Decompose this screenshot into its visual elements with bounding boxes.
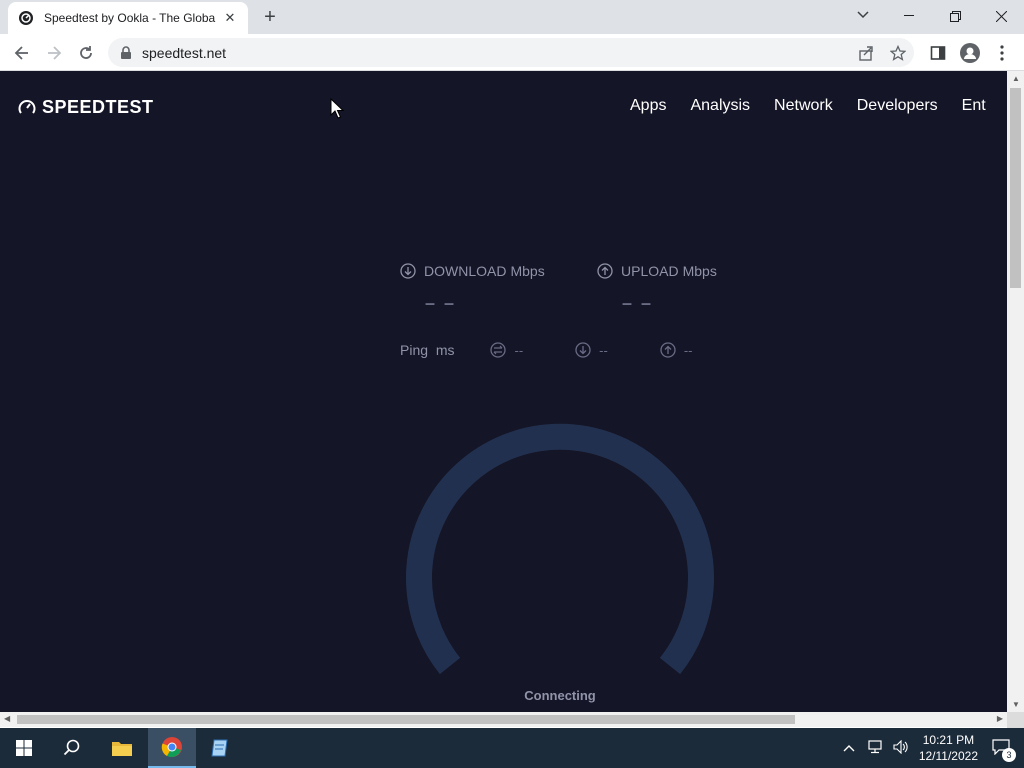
download-value: – – (425, 293, 457, 313)
bookmark-star-icon[interactable] (884, 39, 912, 67)
mouse-cursor-icon (330, 98, 344, 119)
new-tab-button[interactable]: + (258, 6, 282, 28)
tab-search-chevron-icon[interactable] (852, 4, 874, 26)
nav-apps[interactable]: Apps (630, 97, 666, 115)
upload-unit: Mbps (682, 263, 717, 279)
ping-upload-icon (660, 342, 676, 358)
upload-value: – – (622, 293, 654, 313)
horizontal-scrollbar[interactable]: ◀ ▶ (0, 712, 1007, 727)
vertical-scroll-thumb[interactable] (1010, 88, 1021, 288)
download-unit: Mbps (510, 263, 545, 279)
jitter-metric: -- (490, 342, 523, 358)
notifications-icon[interactable]: 3 (992, 738, 1016, 762)
nav-analysis[interactable]: Analysis (690, 97, 750, 115)
profile-avatar-icon[interactable] (956, 39, 984, 67)
notification-count-badge: 3 (1002, 747, 1016, 762)
start-windows-icon[interactable] (0, 728, 48, 768)
share-icon[interactable] (852, 39, 880, 67)
ping-upload-metric: -- (660, 342, 693, 358)
lock-icon[interactable] (120, 45, 134, 60)
browser-tab[interactable]: Speedtest by Ookla - The Global ✕ (8, 2, 248, 34)
download-header: DOWNLOAD Mbps (400, 263, 545, 279)
logo-text: SPEEDTEST (42, 97, 154, 117)
download-label: DOWNLOAD (424, 263, 507, 279)
close-window-button[interactable] (978, 0, 1024, 32)
nav-enterprise[interactable]: Ent (962, 97, 986, 115)
jitter-value: -- (514, 342, 524, 358)
nav-network[interactable]: Network (774, 97, 833, 115)
scroll-up-icon[interactable]: ▲ (1012, 74, 1020, 83)
network-icon[interactable] (867, 739, 883, 757)
url-text: speedtest.net (142, 44, 227, 61)
scroll-right-icon[interactable]: ▶ (997, 714, 1003, 723)
speedtest-page: SPEEDTEST Apps Analysis Network Develope… (0, 71, 1007, 712)
browser-toolbar: speedtest.net (0, 34, 1024, 71)
upload-label: UPLOAD (621, 263, 679, 279)
scrollbar-corner (1007, 712, 1024, 728)
download-arrow-icon (400, 263, 416, 279)
speedtest-gauge-icon (18, 99, 36, 114)
connection-status: Connecting (524, 688, 596, 703)
ping-download-value: -- (599, 342, 608, 358)
vertical-scrollbar[interactable]: ▲ ▼ (1007, 71, 1024, 712)
volume-icon[interactable] (893, 739, 909, 757)
system-tray: 10:21 PM 12/11/2022 3 (843, 728, 1024, 768)
side-panel-icon[interactable] (924, 39, 952, 67)
file-explorer-icon[interactable] (98, 728, 146, 768)
clock-time: 10:21 PM (922, 733, 975, 747)
windows-taskbar: 10:21 PM 12/11/2022 3 (0, 728, 1024, 768)
nav-developers[interactable]: Developers (857, 97, 938, 115)
scroll-down-icon[interactable]: ▼ (1012, 700, 1020, 709)
speedtest-favicon-icon (18, 10, 34, 26)
scroll-left-icon[interactable]: ◀ (4, 714, 10, 723)
upload-arrow-icon (597, 263, 613, 279)
jitter-icon (490, 342, 507, 358)
tab-close-icon[interactable]: ✕ (222, 10, 238, 26)
forward-arrow-icon[interactable] (40, 39, 68, 67)
ping-download-metric: -- (575, 342, 608, 358)
speed-gauge (406, 423, 714, 675)
tab-title: Speedtest by Ookla - The Global (44, 11, 216, 25)
ping-label: Ping ms (400, 342, 455, 358)
notepad-app-icon[interactable] (196, 728, 244, 768)
ping-upload-value: -- (683, 342, 693, 358)
clock-date: 12/11/2022 (918, 749, 978, 763)
ping-row: Ping ms -- -- -- (400, 342, 745, 358)
restore-window-button[interactable] (932, 0, 978, 32)
chrome-taskbar-icon[interactable] (148, 728, 196, 768)
site-nav: Apps Analysis Network Developers Ent (630, 97, 986, 115)
browser-tab-strip: Speedtest by Ookla - The Global ✕ + (0, 0, 1024, 34)
back-arrow-icon[interactable] (8, 39, 36, 67)
system-clock[interactable]: 10:21 PM 12/11/2022 (919, 732, 978, 764)
reload-icon[interactable] (72, 39, 100, 67)
menu-kebab-icon[interactable] (988, 39, 1016, 67)
minimize-window-button[interactable] (886, 0, 932, 32)
search-icon[interactable] (48, 728, 96, 768)
ping-download-icon (575, 342, 591, 358)
address-bar[interactable]: speedtest.net (108, 38, 914, 67)
upload-header: UPLOAD Mbps (597, 263, 717, 279)
speedtest-logo[interactable]: SPEEDTEST (18, 97, 154, 118)
horizontal-scroll-thumb[interactable] (17, 715, 795, 724)
show-hidden-icons-chevron-icon[interactable] (843, 741, 855, 755)
